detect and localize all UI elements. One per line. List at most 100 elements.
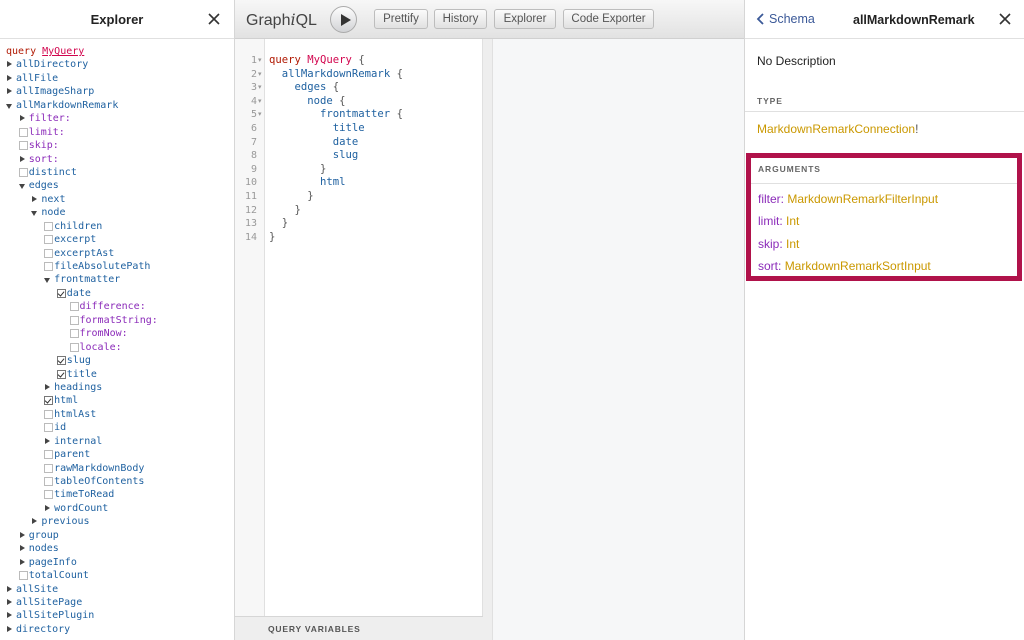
pane-divider[interactable] bbox=[483, 39, 493, 640]
caret-right-icon[interactable] bbox=[44, 502, 52, 515]
tree-item[interactable]: parent bbox=[0, 448, 234, 461]
caret-right-icon[interactable] bbox=[6, 72, 14, 85]
prettify-button[interactable]: Prettify bbox=[374, 9, 428, 29]
tree-item[interactable]: filter: bbox=[0, 112, 234, 125]
caret-right-icon[interactable] bbox=[19, 153, 27, 166]
tree-item[interactable]: fromNow: bbox=[0, 327, 234, 340]
caret-right-icon[interactable] bbox=[6, 623, 14, 636]
tree-item[interactable]: pageInfo bbox=[0, 556, 234, 569]
tree-item[interactable]: children bbox=[0, 220, 234, 233]
checkbox-checked-icon[interactable] bbox=[56, 354, 66, 367]
tree-item[interactable]: edges bbox=[0, 179, 234, 192]
tree-item[interactable]: allMarkdownRemark bbox=[0, 99, 234, 112]
checkbox-checked-icon[interactable] bbox=[56, 368, 66, 381]
tree-item[interactable]: wordCount bbox=[0, 502, 234, 515]
tree-item[interactable]: allImageSharp bbox=[0, 85, 234, 98]
schema-back-link[interactable]: Schema bbox=[755, 12, 815, 26]
caret-right-icon[interactable] bbox=[19, 542, 27, 555]
tree-item[interactable]: excerpt bbox=[0, 233, 234, 246]
tree-item[interactable]: internal bbox=[0, 435, 234, 448]
tree-item[interactable]: sort: bbox=[0, 153, 234, 166]
tree-item[interactable]: timeToRead bbox=[0, 488, 234, 501]
caret-right-icon[interactable] bbox=[6, 583, 14, 596]
tree-item[interactable]: totalCount bbox=[0, 569, 234, 582]
tree-item[interactable]: frontmatter bbox=[0, 273, 234, 286]
checkbox-icon[interactable] bbox=[69, 341, 79, 354]
caret-right-icon[interactable] bbox=[31, 193, 39, 206]
argument-filter[interactable]: filter: MarkdownRemarkFilterInput bbox=[758, 192, 938, 206]
tree-item[interactable]: allSitePlugin bbox=[0, 609, 234, 622]
caret-down-icon[interactable] bbox=[31, 206, 39, 219]
tree-item[interactable]: distinct bbox=[0, 166, 234, 179]
tree-item[interactable]: allFile bbox=[0, 72, 234, 85]
argument-limit[interactable]: limit: Int bbox=[758, 214, 799, 228]
close-icon[interactable] bbox=[206, 11, 222, 27]
checkbox-icon[interactable] bbox=[44, 488, 54, 501]
tree-item[interactable]: htmlAst bbox=[0, 408, 234, 421]
tree-item[interactable]: rawMarkdownBody bbox=[0, 462, 234, 475]
fold-toggle-icon[interactable]: ▾ bbox=[258, 95, 262, 109]
caret-down-icon[interactable] bbox=[44, 273, 52, 286]
caret-right-icon[interactable] bbox=[19, 556, 27, 569]
tree-item[interactable]: locale: bbox=[0, 341, 234, 354]
caret-right-icon[interactable] bbox=[44, 381, 52, 394]
tree-item[interactable]: limit: bbox=[0, 126, 234, 139]
tree-item[interactable]: previous bbox=[0, 515, 234, 528]
checkbox-icon[interactable] bbox=[18, 569, 28, 582]
tree-item[interactable]: difference: bbox=[0, 300, 234, 313]
tree-item[interactable]: directory bbox=[0, 623, 234, 636]
caret-right-icon[interactable] bbox=[6, 58, 14, 71]
fold-toggle-icon[interactable]: ▾ bbox=[258, 81, 262, 95]
checkbox-icon[interactable] bbox=[44, 260, 54, 273]
checkbox-icon[interactable] bbox=[18, 126, 28, 139]
tree-item[interactable]: date bbox=[0, 287, 234, 300]
tree-item[interactable]: skip: bbox=[0, 139, 234, 152]
caret-right-icon[interactable] bbox=[19, 112, 27, 125]
tree-item[interactable]: tableOfContents bbox=[0, 475, 234, 488]
checkbox-icon[interactable] bbox=[18, 166, 28, 179]
tree-item[interactable]: formatString: bbox=[0, 314, 234, 327]
fold-toggle-icon[interactable]: ▾ bbox=[258, 68, 262, 82]
execute-query-button[interactable] bbox=[330, 6, 357, 33]
tree-item[interactable]: node bbox=[0, 206, 234, 219]
checkbox-icon[interactable] bbox=[44, 233, 54, 246]
history-button[interactable]: History bbox=[434, 9, 487, 29]
tree-item[interactable]: group bbox=[0, 529, 234, 542]
caret-right-icon[interactable] bbox=[6, 596, 14, 609]
query-operation[interactable]: query MyQuery bbox=[0, 45, 234, 58]
tree-item[interactable]: fileAbsolutePath bbox=[0, 260, 234, 273]
tree-item[interactable]: slug bbox=[0, 354, 234, 367]
caret-right-icon[interactable] bbox=[6, 85, 14, 98]
checkbox-icon[interactable] bbox=[44, 475, 54, 488]
tree-item[interactable]: headings bbox=[0, 381, 234, 394]
checkbox-icon[interactable] bbox=[44, 462, 54, 475]
caret-right-icon[interactable] bbox=[44, 435, 52, 448]
tree-item[interactable]: allSitePage bbox=[0, 596, 234, 609]
tree-item[interactable]: allSite bbox=[0, 583, 234, 596]
caret-down-icon[interactable] bbox=[6, 99, 14, 112]
close-icon[interactable] bbox=[998, 12, 1012, 26]
checkbox-icon[interactable] bbox=[44, 220, 54, 233]
caret-right-icon[interactable] bbox=[19, 529, 27, 542]
explorer-button[interactable]: Explorer bbox=[494, 9, 556, 29]
checkbox-icon[interactable] bbox=[44, 448, 54, 461]
checkbox-checked-icon[interactable] bbox=[56, 287, 66, 300]
checkbox-icon[interactable] bbox=[69, 327, 79, 340]
argument-sort[interactable]: sort: MarkdownRemarkSortInput bbox=[758, 259, 931, 273]
query-editor[interactable]: 1 ▾ 2 ▾ 3 ▾ 4 ▾ 5 ▾ 6 7 8 9 10 11 12 13 14 query MyQuery {… bbox=[235, 39, 483, 640]
fold-toggle-icon[interactable]: ▾ bbox=[258, 54, 262, 68]
query-variables-toggle[interactable]: QUERY VARIABLES bbox=[235, 616, 483, 640]
tree-item[interactable]: html bbox=[0, 394, 234, 407]
tree-item[interactable]: allDirectory bbox=[0, 58, 234, 71]
checkbox-icon[interactable] bbox=[18, 139, 28, 152]
checkbox-checked-icon[interactable] bbox=[44, 394, 54, 407]
argument-skip[interactable]: skip: Int bbox=[758, 237, 799, 251]
tree-item[interactable]: id bbox=[0, 421, 234, 434]
query-name[interactable]: MyQuery bbox=[42, 46, 84, 57]
tree-item[interactable]: nodes bbox=[0, 542, 234, 555]
checkbox-icon[interactable] bbox=[44, 408, 54, 421]
caret-down-icon[interactable] bbox=[18, 179, 27, 192]
caret-right-icon[interactable] bbox=[6, 609, 14, 622]
checkbox-icon[interactable] bbox=[44, 247, 54, 260]
caret-right-icon[interactable] bbox=[31, 515, 39, 528]
